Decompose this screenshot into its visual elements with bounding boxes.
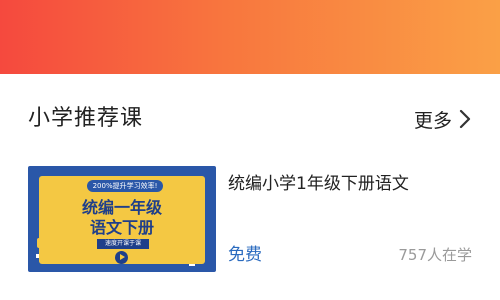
thumbnail-title-line1: 统编一年级 <box>81 198 162 217</box>
more-label: 更多 <box>413 109 452 132</box>
thumbnail-panel: 200%提升学习效率! 统编一年级 语文下册 速度开课于课 <box>39 176 205 264</box>
course-price: 免费 <box>228 245 262 265</box>
course-thumbnail[interactable]: 200%提升学习效率! 统编一年级 语文下册 速度开课于课 <box>28 166 216 272</box>
chevron-right-icon <box>459 109 471 129</box>
course-title[interactable]: 统编小学1年级下册语文 <box>228 172 409 196</box>
top-banner <box>0 0 500 74</box>
thumbnail-tag: 速度开课于课 <box>97 239 149 249</box>
play-icon[interactable] <box>115 251 128 264</box>
promo-badge: 200%提升学习效率! <box>87 180 163 192</box>
section-title: 小学推荐课 <box>28 106 144 131</box>
thumbnail-title-line2: 语文下册 <box>89 218 154 237</box>
more-link[interactable]: 更多 <box>414 104 472 134</box>
learner-count: 757人在学 <box>398 246 472 264</box>
course-card[interactable]: 200%提升学习效率! 统编一年级 语文下册 速度开课于课 统编小学1年级下册语… <box>0 160 500 280</box>
